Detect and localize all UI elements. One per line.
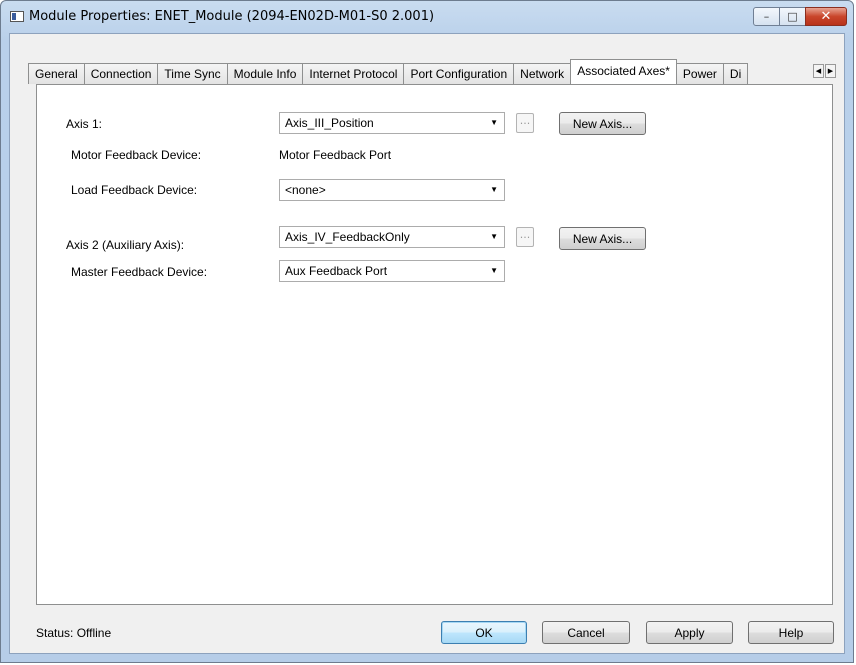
window-controls: – □ ✕ (753, 7, 847, 26)
tab-time-sync[interactable]: Time Sync (157, 63, 228, 84)
load-feedback-select[interactable]: <none> ▼ (279, 179, 505, 201)
master-feedback-value: Aux Feedback Port (285, 264, 388, 278)
close-button[interactable]: ✕ (805, 7, 847, 26)
title-bar[interactable]: Module Properties: ENET_Module (2094-EN0… (1, 1, 853, 33)
axis1-select[interactable]: Axis_III_Position ▼ (279, 112, 505, 134)
tab-power[interactable]: Power (675, 63, 724, 84)
axis1-value: Axis_III_Position (285, 116, 374, 130)
master-feedback-select[interactable]: Aux Feedback Port ▼ (279, 260, 505, 282)
load-feedback-value: <none> (285, 183, 326, 197)
load-feedback-label: Load Feedback Device: (71, 183, 198, 197)
tab-connection[interactable]: Connection (83, 63, 159, 84)
window-title: Module Properties: ENET_Module (2094-EN0… (29, 9, 435, 24)
tab-digital[interactable]: Di (722, 63, 749, 84)
axis2-select[interactable]: Axis_IV_FeedbackOnly ▼ (279, 226, 505, 248)
motor-feedback-value: Motor Feedback Port (279, 148, 392, 162)
chevron-down-icon: ▼ (490, 266, 498, 275)
chevron-down-icon: ▼ (490, 185, 498, 194)
tab-scroll-right-icon[interactable]: ▶ (825, 64, 836, 78)
chevron-down-icon: ▼ (490, 118, 498, 127)
apply-button[interactable]: Apply (646, 621, 733, 644)
associated-axes-panel (36, 84, 833, 605)
help-button[interactable]: Help (748, 621, 834, 644)
axis1-browse-button[interactable]: ... (516, 113, 534, 133)
ok-button[interactable]: OK (441, 621, 527, 644)
axis2-value: Axis_IV_FeedbackOnly (285, 230, 410, 244)
axis1-new-axis-button[interactable]: New Axis... (559, 112, 646, 135)
tab-network[interactable]: Network (513, 63, 572, 84)
axis2-label: Axis 2 (Auxiliary Axis): (66, 238, 185, 252)
maximize-button[interactable]: □ (779, 7, 806, 26)
motor-feedback-label: Motor Feedback Device: (71, 148, 202, 162)
tab-scroll-left-icon[interactable]: ◀ (813, 64, 824, 78)
tab-port-configuration[interactable]: Port Configuration (403, 63, 515, 84)
tab-module-info[interactable]: Module Info (226, 63, 304, 84)
axis2-new-axis-button[interactable]: New Axis... (559, 227, 646, 250)
status-text: Status: Offline (36, 626, 112, 640)
tab-general[interactable]: General (28, 63, 85, 84)
cancel-button[interactable]: Cancel (542, 621, 630, 644)
tab-scroll-buttons: ◀ ▶ (812, 64, 836, 78)
window-icon (10, 11, 24, 22)
axis1-label: Axis 1: (66, 117, 103, 131)
tab-strip: General Connection Time Sync Module Info… (28, 59, 749, 84)
master-feedback-label: Master Feedback Device: (71, 265, 208, 279)
axis2-browse-button[interactable]: ... (516, 227, 534, 247)
tab-associated-axes[interactable]: Associated Axes* (570, 59, 677, 84)
minimize-button[interactable]: – (753, 7, 780, 26)
chevron-down-icon: ▼ (490, 232, 498, 241)
tab-internet-protocol[interactable]: Internet Protocol (302, 63, 405, 84)
